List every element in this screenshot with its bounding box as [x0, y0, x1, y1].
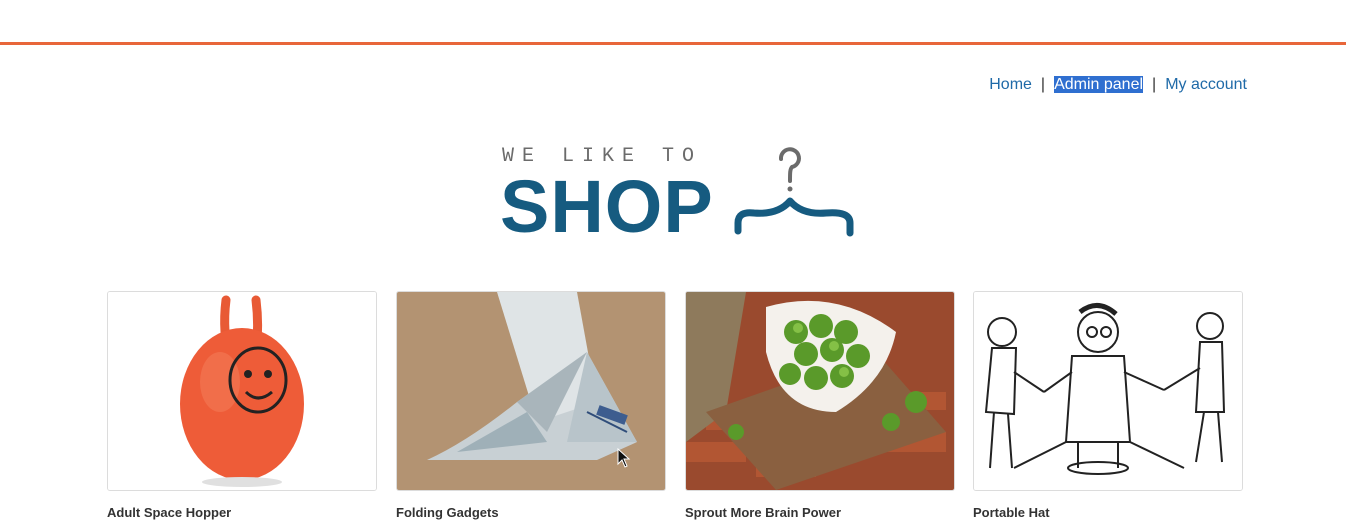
product-card[interactable]: Adult Space Hopper: [107, 291, 377, 520]
top-nav: Home | Admin panel | My account: [989, 76, 1247, 94]
tug-of-war-sketch-image: [974, 292, 1242, 490]
logo-wordmark: SHOP: [500, 165, 714, 248]
mouse-cursor-icon: [617, 448, 631, 468]
nav-separator: |: [1152, 76, 1157, 93]
nav-admin-panel-link[interactable]: Admin panel: [1054, 76, 1144, 93]
product-card[interactable]: Folding Gadgets: [396, 291, 666, 520]
space-hopper-image: [108, 292, 376, 490]
product-image[interactable]: [973, 291, 1243, 491]
product-image[interactable]: [107, 291, 377, 491]
nav-my-account-link[interactable]: My account: [1165, 76, 1247, 93]
brussels-sprouts-image: [686, 292, 954, 490]
product-card[interactable]: Sprout More Brain Power: [685, 291, 955, 520]
product-image[interactable]: [685, 291, 955, 491]
hanger-icon: [734, 147, 854, 237]
nav-separator: |: [1040, 76, 1046, 93]
top-accent-bar: [0, 42, 1346, 45]
site-logo[interactable]: WE LIKE TO SHOP: [500, 145, 860, 248]
product-card[interactable]: Portable Hat: [973, 291, 1243, 520]
nav-home-link[interactable]: Home: [989, 76, 1032, 93]
